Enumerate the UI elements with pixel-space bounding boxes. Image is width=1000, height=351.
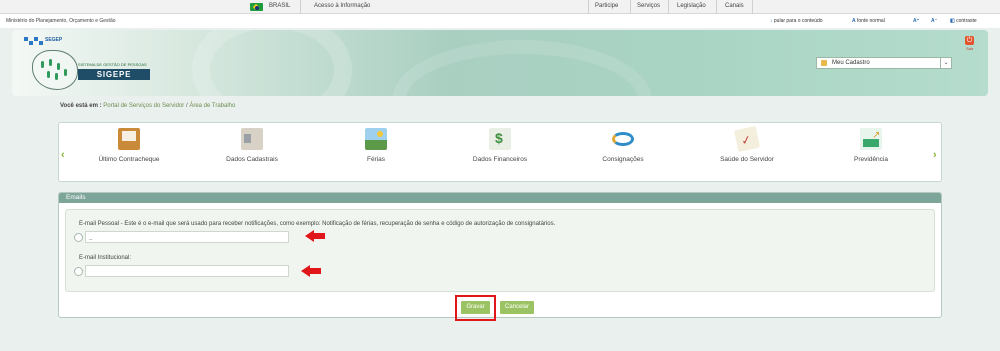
user-card-icon: [821, 60, 827, 66]
emails-panel: Emails E-mail Pessoal - Este é o e-mail …: [58, 192, 942, 318]
service-previdencia[interactable]: ↗ Previdência: [816, 125, 926, 177]
divider: [668, 0, 669, 14]
menu-legislacao[interactable]: Legislação: [677, 3, 706, 9]
growth-chart-icon: ↗: [860, 128, 882, 150]
service-consignacoes[interactable]: Consignações: [568, 125, 678, 177]
breadcrumb-current: Área de Trabalho: [189, 103, 236, 109]
segep-logo: SEGEP: [24, 37, 64, 47]
service-dados-financeiros[interactable]: $ Dados Financeiros: [445, 125, 555, 177]
institutional-email-description: E-mail Institucional:: [79, 255, 132, 261]
gov-top-bar: BRASIL Acesso à Informação Participe Ser…: [0, 0, 1000, 14]
divider: [630, 0, 631, 14]
chevron-right-icon[interactable]: ›: [933, 149, 937, 161]
id-cards-icon: [241, 128, 263, 150]
font-normal-label: fonte normal: [857, 18, 885, 24]
institutional-email-input[interactable]: [85, 265, 289, 277]
logout-button[interactable]: ⏻ Sair: [964, 36, 975, 56]
logout-label: Sair: [965, 46, 974, 51]
institutional-email-radio[interactable]: [74, 267, 83, 276]
annotation-highlight-box: [455, 295, 496, 321]
breadcrumb: Você está em : Portal de Serviços do Ser…: [60, 103, 235, 109]
divider: [716, 0, 717, 14]
skip-label: pular para o conteúdo: [773, 18, 823, 24]
emails-form: E-mail Pessoal - Este é o e-mail que ser…: [65, 209, 935, 292]
accessibility-bar: Ministério do Planejamento, Orçamento e …: [0, 14, 1000, 28]
service-label: Previdência: [854, 156, 888, 163]
system-name: SISTEMA DE GESTÃO DE PESSOAS: [78, 62, 147, 67]
contrast-link[interactable]: ◧ contraste: [950, 18, 977, 24]
brasil-link[interactable]: BRASIL: [269, 3, 290, 9]
annotation-arrow-icon: [305, 230, 325, 242]
power-icon: ⏻: [965, 36, 974, 45]
ministry-name: Ministério do Planejamento, Orçamento e …: [6, 18, 116, 24]
service-saude-do-servidor[interactable]: ✓ Saúde do Servidor: [692, 125, 802, 177]
annotation-arrow-icon: [301, 265, 321, 277]
sigepe-logo[interactable]: SIGEPE: [78, 69, 150, 80]
personal-email-description: E-mail Pessoal - Este é o e-mail que ser…: [79, 221, 556, 227]
breadcrumb-separator: /: [185, 103, 188, 109]
service-ultimo-contracheque[interactable]: Último Contracheque: [74, 125, 184, 177]
personal-email-radio[interactable]: [74, 233, 83, 242]
panel-title: Emails: [59, 193, 941, 203]
breadcrumb-prefix: Você está em :: [60, 103, 102, 109]
decorative-swirl: [192, 30, 352, 96]
service-label: Dados Financeiros: [472, 156, 528, 163]
font-decrease-link[interactable]: A⁻: [931, 18, 937, 24]
skip-to-content-link[interactable]: ↓ pular para o conteúdo: [770, 18, 823, 24]
menu-canais[interactable]: Canais: [725, 3, 744, 9]
services-carousel: ‹ Último Contracheque Dados Cadastrais F…: [58, 122, 942, 182]
landscape-icon: [365, 128, 387, 150]
contrast-icon: ◧: [950, 18, 955, 24]
chevron-left-icon[interactable]: ‹: [61, 149, 65, 161]
service-label: Último Contracheque: [98, 156, 160, 163]
service-ferias[interactable]: Férias: [321, 125, 431, 177]
profile-select[interactable]: Meu Cadastro ⌄: [816, 57, 952, 69]
service-label: Dados Cadastrais: [226, 156, 278, 163]
service-label: Férias: [366, 156, 386, 163]
handshake-icon: [612, 128, 634, 150]
profile-select-value: Meu Cadastro: [832, 60, 870, 66]
font-normal-link[interactable]: A fonte normal: [852, 18, 885, 24]
font-increase-link[interactable]: A⁺: [913, 18, 919, 24]
brazil-flag-icon: [250, 3, 263, 11]
service-dados-cadastrais[interactable]: Dados Cadastrais: [197, 125, 307, 177]
money-icon: $: [489, 128, 511, 150]
decorative-swirl: [392, 40, 652, 96]
personal-email-input[interactable]: [85, 231, 289, 243]
folder-icon: [118, 128, 140, 150]
service-label: Saúde do Servidor: [720, 156, 774, 163]
chevron-down-icon: ⌄: [940, 58, 951, 68]
access-info-link[interactable]: Acesso à Informação: [314, 3, 370, 9]
health-check-icon: ✓: [733, 125, 761, 153]
font-icon: A: [852, 18, 856, 24]
service-label: Consignações: [602, 156, 644, 163]
divider: [588, 0, 589, 14]
arrow-down-icon: ↓: [770, 18, 773, 24]
contrast-label: contraste: [956, 18, 977, 24]
menu-participe[interactable]: Participe: [595, 3, 618, 9]
breadcrumb-portal-link[interactable]: Portal de Serviços do Servidor: [103, 103, 184, 109]
divider: [300, 0, 301, 14]
menu-servicos[interactable]: Serviços: [637, 3, 660, 9]
divider: [752, 0, 753, 14]
cancel-button[interactable]: Cancelar: [500, 301, 534, 314]
